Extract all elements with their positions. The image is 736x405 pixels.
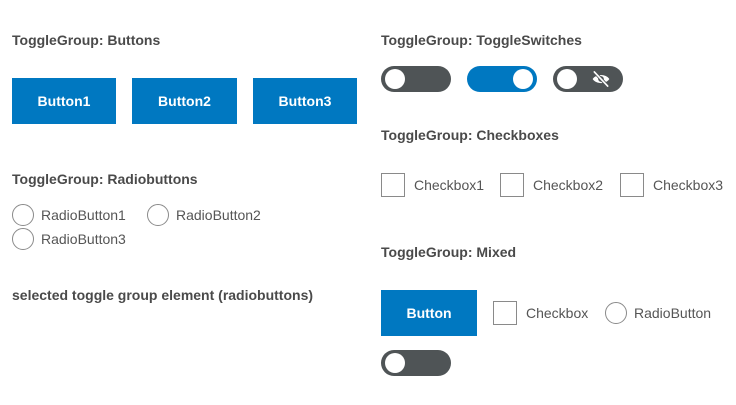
switch-knob	[385, 69, 405, 89]
button1[interactable]: Button1	[12, 78, 116, 124]
mixed-checkbox[interactable]: Checkbox	[493, 301, 588, 325]
checkbox-label: Checkbox2	[533, 177, 604, 193]
mixed-button[interactable]: Button	[381, 290, 477, 336]
mixed-group-heading: ToggleGroup: Mixed	[381, 244, 517, 260]
buttons-group-heading: ToggleGroup: Buttons	[12, 32, 161, 48]
radio-circle[interactable]	[12, 204, 34, 226]
toggle-switch-3[interactable]	[553, 66, 623, 92]
switch-knob	[557, 69, 577, 89]
button2[interactable]: Button2	[132, 78, 237, 124]
checkbox-box[interactable]	[493, 301, 517, 325]
mixed-toggle-switch[interactable]	[381, 350, 451, 376]
eye-slash-icon	[592, 70, 610, 88]
checkbox-label: Checkbox1	[414, 177, 485, 193]
radio-button-2[interactable]: RadioButton2	[147, 204, 261, 226]
radio-label: RadioButton1	[41, 207, 126, 223]
toggle-switch-1[interactable]	[381, 66, 451, 92]
checkbox-label: Checkbox3	[653, 177, 724, 193]
checkbox-label: Checkbox	[526, 305, 589, 321]
radios-group-heading: ToggleGroup: Radiobuttons	[12, 171, 198, 187]
radio-circle[interactable]	[12, 228, 34, 250]
checkbox-box[interactable]	[381, 173, 405, 197]
mixed-radio-button[interactable]: RadioButton	[605, 302, 711, 324]
switch-knob	[385, 353, 405, 373]
toggle-switch-2[interactable]	[467, 66, 537, 92]
checkbox-3[interactable]: Checkbox3	[620, 173, 723, 197]
checkboxes-group-heading: ToggleGroup: Checkboxes	[381, 127, 559, 143]
radio-circle[interactable]	[605, 302, 627, 324]
radio-button-1[interactable]: RadioButton1	[12, 204, 126, 226]
switches-group-heading: ToggleGroup: ToggleSwitches	[381, 32, 582, 48]
checkbox-box[interactable]	[500, 173, 524, 197]
selected-element-text: selected toggle group element (radiobutt…	[12, 287, 314, 303]
button3[interactable]: Button3	[253, 78, 357, 124]
radio-button-3[interactable]: RadioButton3	[12, 228, 126, 250]
radio-label: RadioButton2	[176, 207, 261, 223]
checkbox-2[interactable]: Checkbox2	[500, 173, 603, 197]
switch-knob	[513, 69, 533, 89]
radio-label: RadioButton	[634, 305, 712, 321]
checkbox-1[interactable]: Checkbox1	[381, 173, 484, 197]
radio-label: RadioButton3	[41, 231, 126, 247]
radio-circle[interactable]	[147, 204, 169, 226]
checkbox-box[interactable]	[620, 173, 644, 197]
